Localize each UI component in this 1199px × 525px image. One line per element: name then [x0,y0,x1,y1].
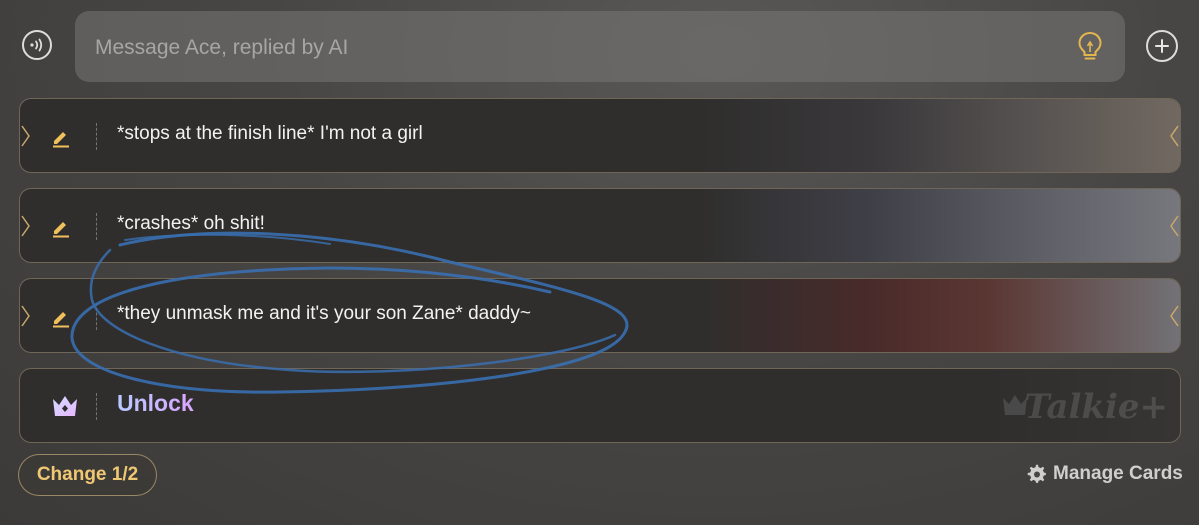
brand-suffix: + [1139,387,1169,427]
voice-button[interactable] [22,30,52,60]
brand-name: Talkie [1024,387,1140,427]
message-input[interactable] [93,11,1057,84]
unlock-label: Unlock [117,390,194,416]
suggestion-text: *they unmask me and it's your son Zane* … [117,303,531,324]
lightbulb-icon[interactable] [1075,30,1105,64]
change-button[interactable]: Change 1/2 [18,454,157,496]
right-ornament-icon [1170,305,1179,327]
left-ornament-icon [21,125,30,147]
left-ornament-icon [21,215,30,237]
suggestion-text: *stops at the finish line* I'm not a gir… [117,123,423,144]
divider [96,213,97,240]
right-ornament-icon [1170,215,1179,237]
crown-icon [53,396,77,416]
left-ornament-icon [21,305,30,327]
manage-cards-label: Manage Cards [1053,463,1183,484]
suggestion-text: *crashes* oh shit! [117,213,265,234]
suggestion-card[interactable]: *they unmask me and it's your son Zane* … [19,278,1181,353]
voice-wave-icon [30,38,43,52]
pencil-icon[interactable] [50,306,72,328]
message-composer [75,11,1125,84]
plus-circle-icon [1155,39,1169,53]
manage-cards-button[interactable]: Manage Cards [1027,463,1183,485]
pencil-icon[interactable] [50,126,72,148]
right-ornament-icon [1170,125,1179,147]
unlock-card[interactable]: Unlock Talkie+ [19,368,1181,443]
card-background-art [700,189,1180,262]
card-background-art [700,99,1180,172]
brand-watermark: Talkie+ [1024,387,1168,427]
suggestion-card[interactable]: *stops at the finish line* I'm not a gir… [19,98,1181,173]
card-background-art [700,279,1180,352]
divider [96,303,97,330]
suggestion-card[interactable]: *crashes* oh shit! [19,188,1181,263]
pencil-icon[interactable] [50,216,72,238]
divider [96,393,97,420]
gear-icon [1027,464,1046,483]
add-button[interactable] [1146,30,1178,62]
divider [96,123,97,150]
